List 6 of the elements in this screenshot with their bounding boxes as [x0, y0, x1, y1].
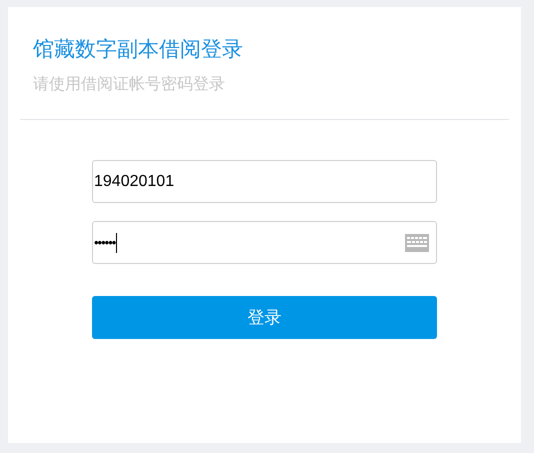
username-field[interactable]: 194020101 [92, 160, 437, 203]
password-value: •••••• [94, 234, 116, 250]
keyboard-icon[interactable] [405, 234, 429, 252]
login-subtitle: 请使用借阅证帐号密码登录 [33, 75, 226, 95]
password-field[interactable]: •••••• [92, 221, 437, 264]
login-title: 馆藏数字副本借阅登录 [33, 37, 244, 63]
